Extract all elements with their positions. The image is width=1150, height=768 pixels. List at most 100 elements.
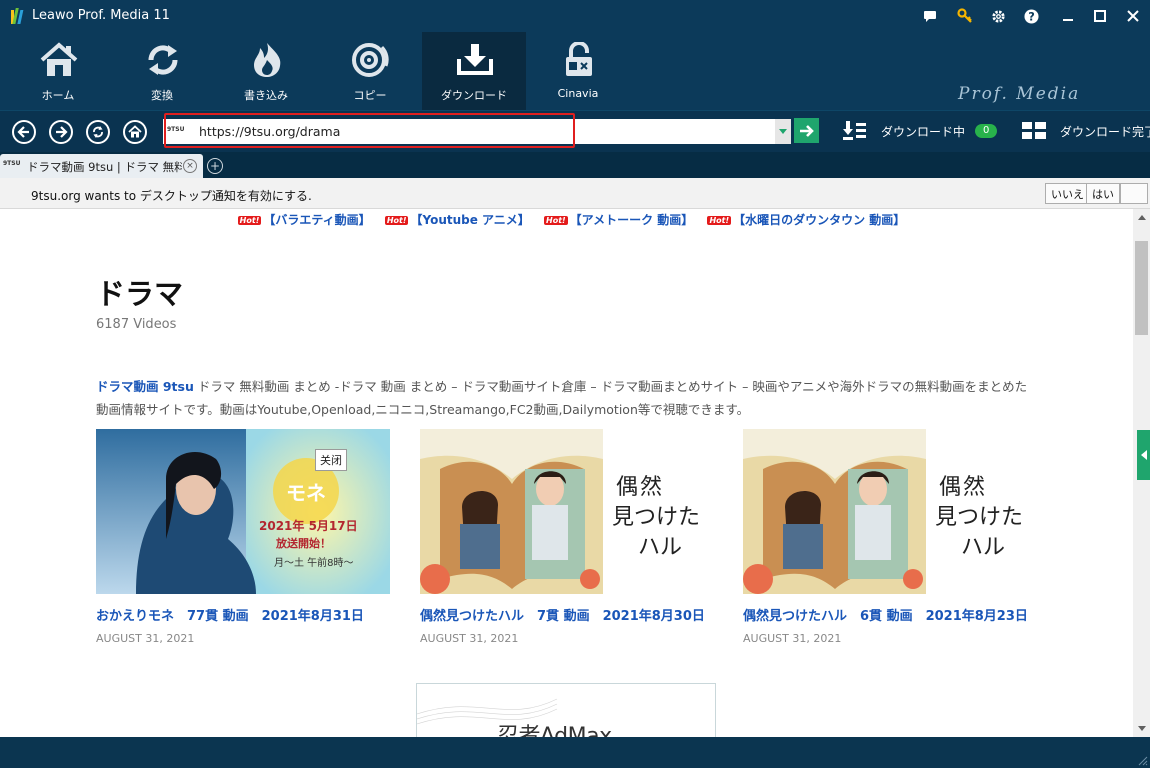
browser-tab-strip: 9TSU ドラマ動画 9tsu | ドラマ 無料動画 まとめ × + bbox=[0, 152, 1150, 178]
toolbar-convert-button[interactable]: 変換 bbox=[110, 32, 214, 110]
thumbnail-caption: 見つけた bbox=[935, 505, 1024, 530]
convert-icon bbox=[148, 45, 178, 75]
help-icon[interactable]: ? bbox=[1021, 6, 1041, 26]
maximize-icon[interactable] bbox=[1090, 6, 1110, 26]
hot-badge: Hot! bbox=[544, 216, 568, 225]
brand-logo-text: Prof. Media bbox=[958, 84, 1081, 104]
thumbnail-caption: 偶然 bbox=[616, 475, 665, 500]
video-date: AUGUST 31, 2021 bbox=[96, 632, 195, 645]
video-date: AUGUST 31, 2021 bbox=[420, 632, 519, 645]
video-count: 6187 Videos bbox=[96, 317, 177, 332]
notification-more-button[interactable] bbox=[1120, 183, 1148, 204]
downloading-status-button[interactable]: ダウンロード中 0 bbox=[843, 118, 998, 144]
web-page: Hot! 【バラエティ動画】 Hot! 【Youtube アニメ】 Hot! 【アメト… bbox=[0, 209, 1133, 737]
toolbar-cinavia-button[interactable]: Cinavia bbox=[526, 32, 630, 110]
page-title: ドラマ bbox=[96, 277, 184, 311]
chevron-left-icon bbox=[1140, 450, 1147, 460]
toolbar-copy-button[interactable]: コピー bbox=[318, 32, 422, 110]
home-nav-button[interactable] bbox=[123, 120, 147, 144]
reload-button[interactable] bbox=[86, 120, 110, 144]
thumbnail-caption: 見つけた bbox=[612, 505, 701, 530]
toolbar-burn-label: 書き込み bbox=[244, 89, 288, 102]
downloading-label: ダウンロード中 bbox=[881, 124, 966, 139]
burn-icon bbox=[254, 43, 281, 77]
video-thumbnail[interactable]: 偶然 見つけた ハル bbox=[743, 429, 1037, 594]
video-thumbnail[interactable]: 偶然 見つけた ハル bbox=[420, 429, 714, 594]
arrow-right-icon bbox=[56, 126, 68, 138]
scroll-up-icon[interactable] bbox=[1133, 209, 1150, 226]
grid-view-icon bbox=[1022, 122, 1046, 139]
toolbar-burn-button[interactable]: 書き込み bbox=[214, 32, 318, 110]
ad-text: 忍者AdMax bbox=[497, 724, 612, 737]
forward-button[interactable] bbox=[49, 120, 73, 144]
notification-text: 9tsu.org wants to デスクトップ通知を有効にする. bbox=[31, 189, 312, 203]
toolbar-home-button[interactable]: ホーム bbox=[6, 32, 110, 110]
key-icon[interactable] bbox=[955, 6, 975, 26]
intro-link[interactable]: ドラマ動画 9tsu bbox=[96, 379, 194, 394]
hot-badge: Hot! bbox=[384, 216, 409, 225]
hot-badge: Hot! bbox=[237, 216, 262, 225]
video-title-link[interactable]: 偶然見つけたハル 6貫 動画 2021年8月23日 bbox=[743, 605, 1028, 624]
toolbar-home-label: ホーム bbox=[41, 89, 75, 102]
downloaded-button[interactable]: ダウンロード完了 bbox=[1022, 118, 1150, 144]
browser-tab[interactable]: 9TSU ドラマ動画 9tsu | ドラマ 無料動画 まとめ × bbox=[0, 154, 203, 178]
downloaded-label: ダウンロード完了 bbox=[1060, 124, 1150, 139]
video-date: AUGUST 31, 2021 bbox=[743, 632, 842, 645]
download-list-icon bbox=[843, 121, 866, 140]
main-toolbar: ホーム 変換 書き込み コピー ダウンロード Cinavia Prof. Med… bbox=[0, 32, 1150, 132]
video-title-link[interactable]: おかえりモネ 77貫 動画 2021年8月31日 bbox=[96, 605, 364, 624]
video-title-link[interactable]: 偶然見つけたハル 7貫 動画 2021年8月30日 bbox=[420, 605, 705, 624]
minimize-icon[interactable] bbox=[1058, 6, 1078, 26]
tab-close-icon[interactable]: × bbox=[183, 159, 197, 173]
gear-icon[interactable] bbox=[988, 6, 1008, 26]
thumbnail-caption: 放送開始！ bbox=[276, 537, 331, 550]
intro-paragraph: ドラマ動画 9tsu ドラマ 無料動画 まとめ -ドラマ 動画 まとめ – ドラ… bbox=[96, 375, 1036, 421]
scrollbar-thumb[interactable] bbox=[1135, 241, 1148, 335]
side-panel-toggle[interactable] bbox=[1137, 430, 1150, 480]
download-icon bbox=[457, 44, 493, 75]
hot-link-variety[interactable]: 【バラエティ動画】 bbox=[263, 213, 370, 227]
resize-grip-icon[interactable] bbox=[1136, 754, 1148, 766]
unlock-icon bbox=[566, 42, 592, 76]
hot-link-downtown[interactable]: 【水曜日のダウンタウン 動画】 bbox=[733, 213, 905, 227]
thumbnail-caption: ハル bbox=[961, 535, 1006, 560]
notification-yes-button[interactable]: はい bbox=[1086, 183, 1120, 204]
notification-bar: 9tsu.org wants to デスクトップ通知を有効にする. いいえ はい bbox=[0, 178, 1150, 209]
thumbnail-caption: 2021年 5月17日 bbox=[259, 519, 358, 533]
advertisement-banner[interactable]: 忍者AdMax bbox=[416, 683, 716, 737]
chevron-down-icon bbox=[779, 128, 787, 134]
downloading-count-badge: 0 bbox=[975, 124, 998, 138]
arrow-right-icon bbox=[799, 124, 814, 137]
new-tab-icon[interactable]: + bbox=[207, 158, 223, 174]
toolbar-convert-label: 変換 bbox=[151, 89, 173, 102]
refresh-icon bbox=[93, 126, 103, 138]
close-tooltip[interactable]: 关闭 bbox=[315, 449, 347, 471]
tab-favicon: 9TSU bbox=[3, 160, 21, 167]
notification-no-button[interactable]: いいえ bbox=[1045, 183, 1090, 204]
toolbar-download-label: ダウンロード bbox=[441, 89, 507, 102]
close-icon[interactable] bbox=[1123, 6, 1143, 26]
go-button[interactable] bbox=[794, 118, 819, 143]
back-button[interactable] bbox=[12, 120, 36, 144]
arrow-left-icon bbox=[17, 126, 29, 138]
intro-text: ドラマ 無料動画 まとめ -ドラマ 動画 まとめ – ドラマ動画サイト倉庫 – … bbox=[96, 379, 1028, 417]
home-icon bbox=[40, 42, 78, 76]
home-icon bbox=[128, 125, 142, 138]
address-dropdown-button[interactable] bbox=[775, 119, 791, 144]
toolbar-cinavia-label: Cinavia bbox=[557, 87, 599, 100]
title-bar: Leawo Prof. Media 11 ? bbox=[0, 0, 1150, 32]
toolbar-download-button[interactable]: ダウンロード bbox=[422, 32, 526, 110]
thumbnail-caption: モネ bbox=[286, 481, 326, 505]
address-highlight-box bbox=[164, 113, 575, 148]
thumbnail-caption: 月～土 午前8時～ bbox=[274, 558, 354, 569]
feedback-icon[interactable] bbox=[920, 6, 940, 26]
thumbnail-caption: 偶然 bbox=[939, 475, 988, 500]
hot-link-youtube-anime[interactable]: 【Youtube アニメ】 bbox=[410, 213, 529, 227]
scroll-down-icon[interactable] bbox=[1133, 720, 1150, 737]
toolbar-copy-label: コピー bbox=[353, 89, 387, 102]
hot-badge: Hot! bbox=[707, 216, 732, 225]
status-bar bbox=[0, 737, 1150, 768]
app-logo-icon bbox=[11, 8, 24, 24]
hot-link-ametalk[interactable]: 【アメトーーク 動画】 bbox=[570, 213, 694, 227]
hot-links-row: Hot! 【バラエティ動画】 Hot! 【Youtube アニメ】 Hot! 【アメト… bbox=[0, 211, 1133, 228]
